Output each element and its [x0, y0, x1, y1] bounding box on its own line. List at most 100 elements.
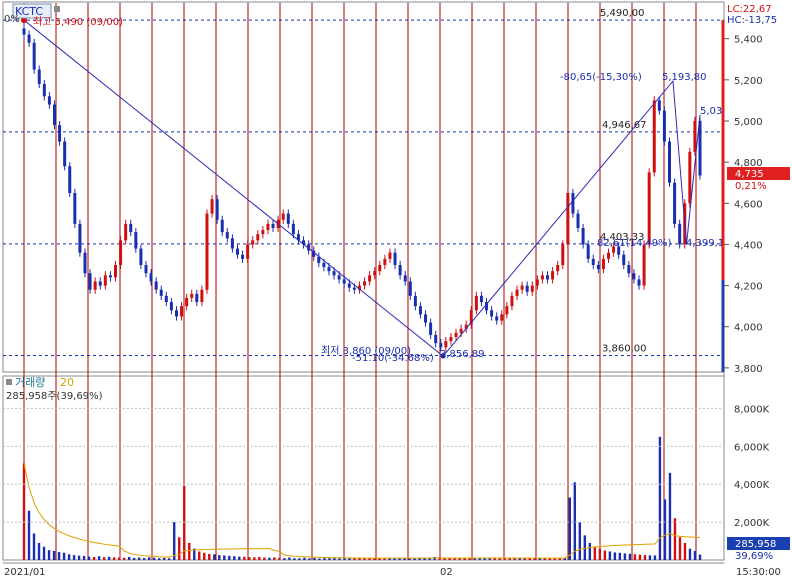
candle-body-107	[566, 193, 570, 245]
y-tick-label-8: 5,400	[734, 35, 763, 46]
volume-bar-35	[198, 551, 201, 560]
candle-body-92	[490, 310, 494, 317]
candle-body-48	[266, 223, 270, 231]
volume-tick-label-3: 8,000K	[734, 404, 770, 415]
stock-chart: 5,490,004,946,674,403,333,860,00 -80,65(…	[0, 0, 792, 581]
high-annotation: 최고 5,490 (09/00)	[33, 16, 123, 28]
candle-body-129	[678, 223, 682, 245]
volume-bar-127	[658, 436, 662, 560]
candle-body-98	[520, 285, 524, 290]
volume-bar-130	[673, 518, 677, 560]
candle-body-74	[398, 265, 402, 276]
candle-body-41	[230, 238, 234, 249]
candle-body-33	[190, 293, 194, 298]
candle-body-119	[627, 265, 631, 274]
volume-bar-49	[268, 557, 271, 560]
hc-label: HC:-13,75	[727, 15, 777, 26]
volume-bar-123	[638, 554, 642, 560]
candle-body-61	[332, 271, 336, 276]
volume-bar-21	[127, 556, 131, 560]
volume-bar-22	[132, 557, 136, 560]
candle-body-18	[113, 265, 117, 278]
volume-bar-58	[313, 557, 316, 560]
candle-body-81	[434, 334, 438, 344]
candle-body-30	[174, 310, 178, 317]
candle-body-70	[378, 265, 382, 272]
candle-body-123	[647, 172, 651, 245]
candle-body-105	[556, 265, 560, 272]
level-label-0: 5,490,00	[600, 8, 645, 19]
volume-bar-120	[623, 553, 627, 560]
candle-body-114	[601, 258, 605, 270]
volume-bar-30	[173, 522, 176, 560]
candle-body-51	[281, 213, 285, 220]
candle-body-132	[693, 120, 697, 152]
volume-bar-23	[137, 557, 141, 560]
candle-body-77	[413, 295, 417, 307]
volume-bar-42	[233, 556, 236, 560]
volume-bar-111	[578, 522, 582, 560]
candle-body-111	[586, 244, 590, 259]
candle-body-125	[657, 100, 661, 111]
volume-bar-28	[163, 557, 166, 560]
candle-body-0	[22, 28, 26, 35]
volume-bar-129	[668, 472, 672, 560]
volume-bar-14	[92, 556, 96, 560]
y-tick-label-4: 4,600	[734, 199, 763, 210]
candle-body-36	[205, 213, 209, 290]
candle-body-84	[449, 337, 453, 342]
candle-body-65	[352, 287, 356, 290]
candle-body-21	[129, 223, 133, 233]
candle-body-47	[261, 230, 265, 235]
volume-bar-10	[72, 555, 76, 560]
candle-body-100	[530, 285, 534, 292]
volume-bar-39	[218, 555, 221, 560]
volume-bar-88	[463, 558, 466, 560]
candle-body-120	[632, 273, 636, 280]
volume-bar-36	[203, 552, 206, 560]
candle-body-71	[383, 258, 387, 266]
candle-body-122	[642, 244, 646, 286]
candle-body-93	[495, 316, 499, 321]
volume-bar-15	[97, 556, 101, 560]
volume-bar-4	[42, 546, 46, 560]
candle-body-34	[195, 293, 199, 303]
candle-body-86	[459, 328, 463, 333]
volume-bar-115	[598, 548, 602, 560]
volume-bar-55	[298, 558, 301, 560]
ticker-close-icon[interactable]	[54, 6, 60, 12]
candle-body-69	[373, 271, 377, 276]
candle-body-121	[637, 279, 641, 286]
candle-body-112	[591, 258, 595, 266]
volume-bar-109	[568, 497, 572, 560]
volume-bar-97	[508, 558, 511, 560]
volume-bar-128	[663, 499, 667, 560]
candle-body-37	[210, 199, 214, 214]
volume-bar-94	[493, 558, 496, 560]
volume-bar-9	[67, 554, 71, 560]
volume-bar-51	[278, 557, 281, 560]
candle-body-94	[500, 314, 504, 321]
candle-body-28	[164, 295, 168, 303]
candle-body-73	[393, 252, 397, 266]
candle-body-101	[535, 279, 539, 286]
candle-body-4	[42, 83, 46, 97]
y-tick-label-3: 4,400	[734, 240, 763, 251]
volume-tick-label-0: 2,000K	[734, 518, 770, 529]
trend-annotation-4: 4,399,1	[686, 238, 724, 249]
volume-bar-59	[318, 558, 321, 560]
candle-body-106	[561, 244, 565, 266]
candle-body-31	[180, 306, 184, 317]
y-tick-label-0: 3,800	[734, 364, 763, 375]
volume-bar-131	[678, 537, 682, 560]
candle-body-14	[93, 281, 97, 290]
volume-bar-89	[468, 558, 471, 560]
volume-bar-6	[52, 550, 56, 560]
volume-bar-17	[107, 556, 111, 560]
candle-body-17	[108, 275, 112, 278]
volume-menu-icon[interactable]	[6, 379, 12, 385]
volume-bar-37	[208, 553, 211, 560]
candle-body-76	[408, 281, 412, 296]
candle-body-38	[215, 199, 219, 220]
candle-body-46	[256, 234, 260, 241]
